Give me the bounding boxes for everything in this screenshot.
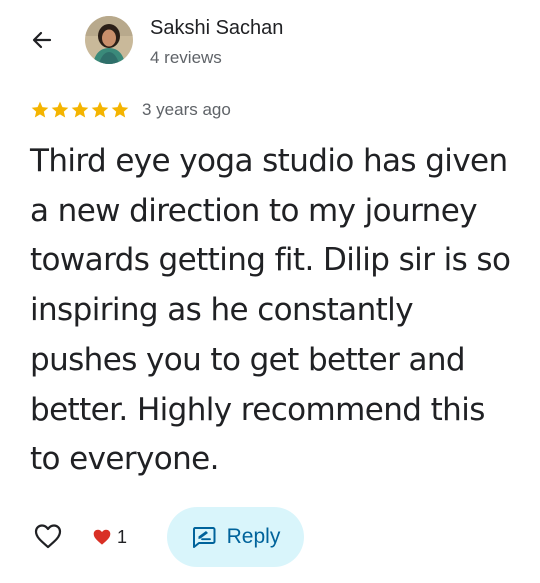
reply-label: Reply <box>226 525 281 548</box>
review-count: 4 reviews <box>150 48 222 67</box>
review-text: Third eye yoga studio has given a new di… <box>30 143 511 478</box>
star-icon <box>111 101 129 118</box>
arrow-back-icon <box>30 28 54 52</box>
reaction-count: 1 <box>117 526 128 547</box>
review-date: 3 years ago <box>142 100 231 119</box>
avatar[interactable] <box>85 16 133 64</box>
reaction-summary[interactable]: 1 <box>92 525 127 549</box>
reply-icon <box>191 525 217 549</box>
heart-outline-icon <box>34 523 62 549</box>
star-icon <box>71 101 89 118</box>
like-button[interactable] <box>30 518 66 554</box>
star-rating <box>30 100 130 120</box>
author-name[interactable]: Sakshi Sachan <box>150 17 283 40</box>
star-icon <box>91 101 109 118</box>
back-button[interactable] <box>28 26 56 54</box>
red-heart-icon <box>92 528 112 546</box>
profile-photo-icon <box>85 16 133 64</box>
star-icon <box>31 101 49 118</box>
star-icon <box>51 101 69 118</box>
reply-button[interactable]: Reply <box>167 507 304 567</box>
rating-row: 3 years ago <box>30 98 231 122</box>
